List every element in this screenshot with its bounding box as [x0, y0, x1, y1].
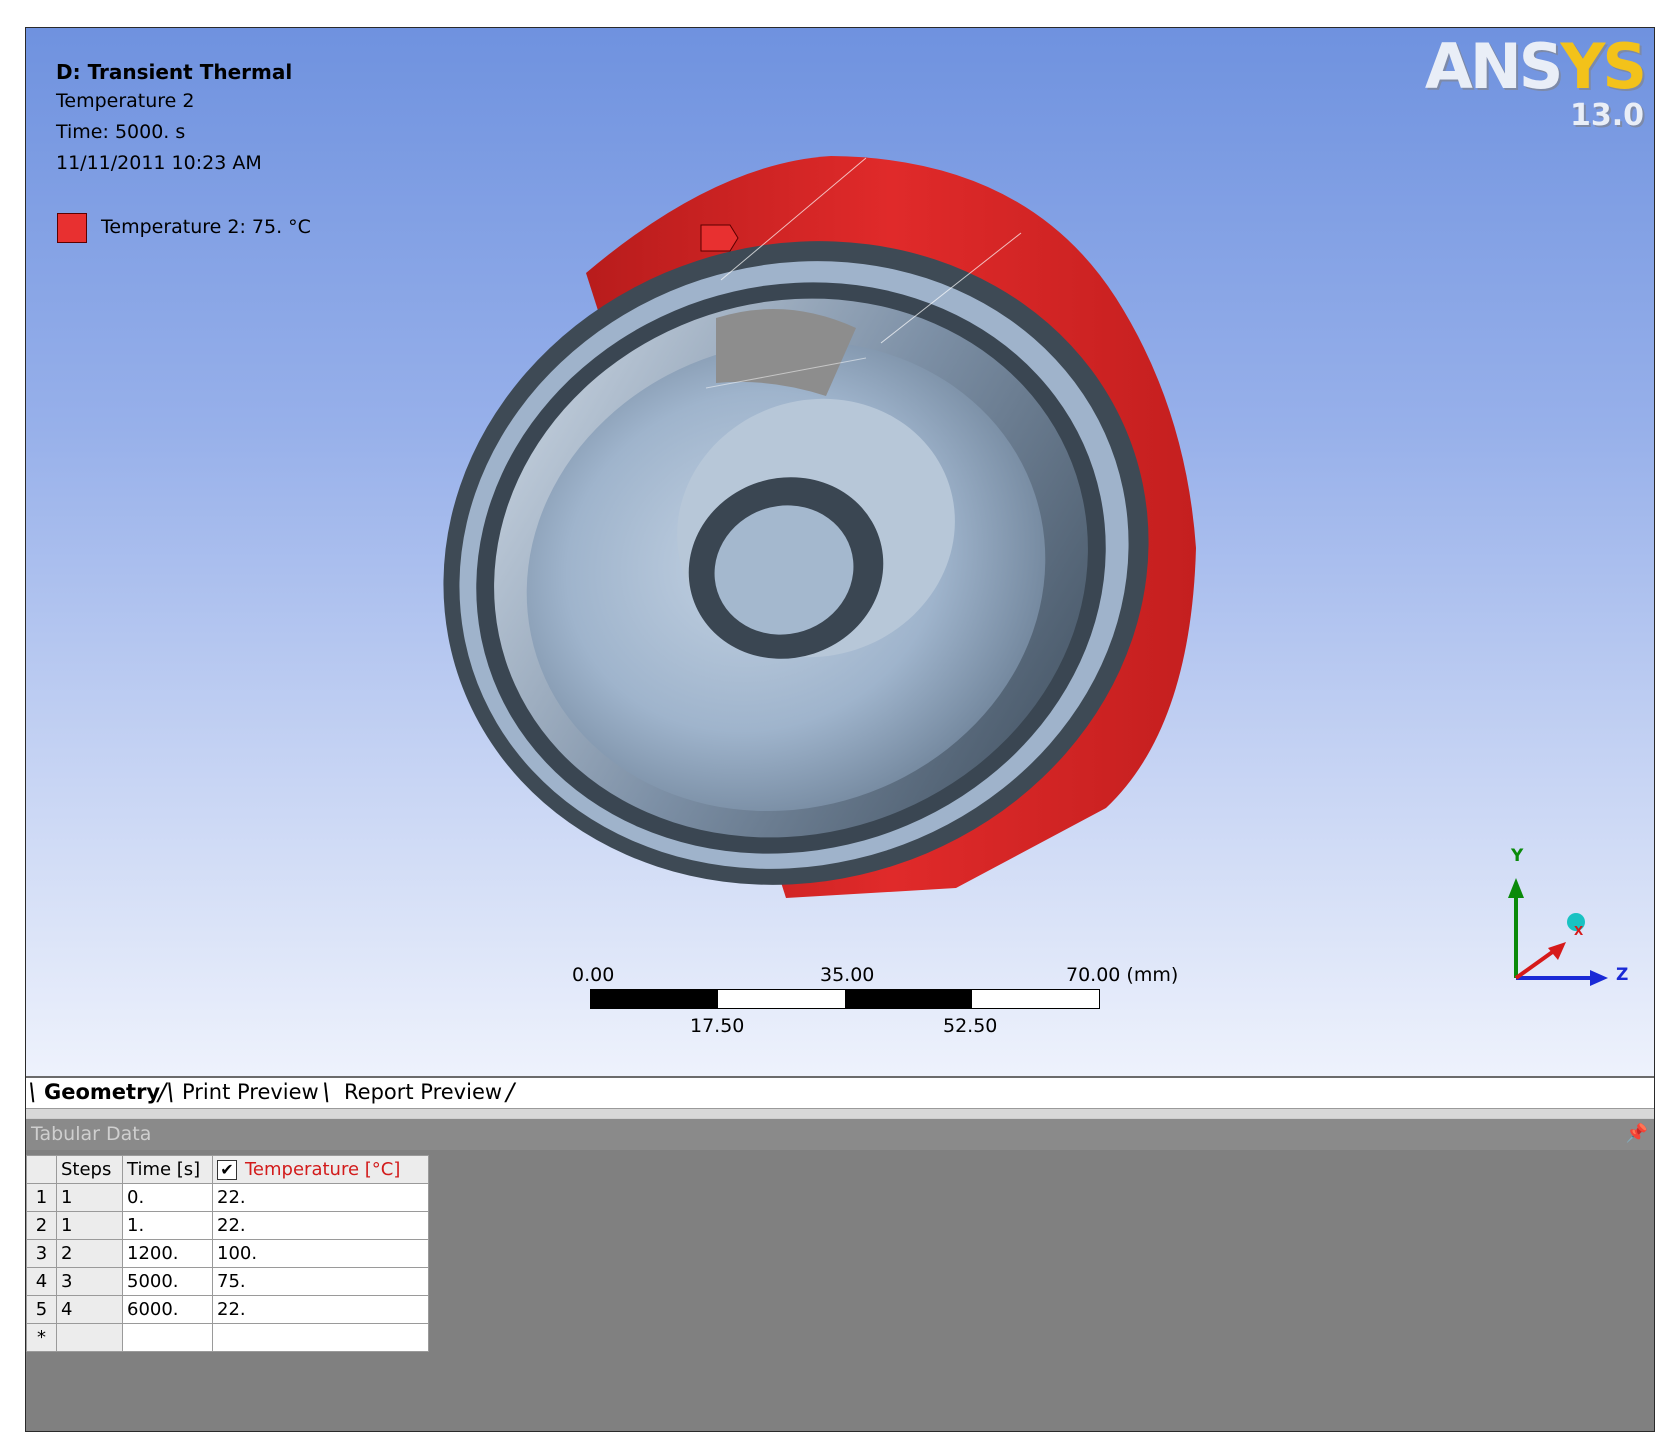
scale-label-70: 70.00 (mm) [1066, 964, 1179, 986]
view-tab-bar: \ Geometry /\ Print Preview \ Report Pre… [26, 1076, 1654, 1108]
cell-time[interactable]: 5000. [122, 1267, 213, 1296]
column-header-time[interactable]: Time [s] [122, 1155, 213, 1184]
tab-report-preview[interactable]: Report Preview [344, 1080, 502, 1104]
scale-bar [590, 989, 1100, 1009]
axis-label-y: Y [1511, 846, 1524, 866]
cell-temperature[interactable]: 75. [212, 1267, 429, 1296]
table-header-row: Steps Time [s] ✔ Temperature [°C] [26, 1155, 429, 1184]
cell-steps: 3 [56, 1267, 123, 1296]
cell-steps [56, 1323, 123, 1352]
cell-steps: 2 [56, 1239, 123, 1268]
cell-time[interactable]: 1. [122, 1211, 213, 1240]
scale-seg-1 [591, 990, 718, 1008]
tab-geometry[interactable]: Geometry [44, 1080, 160, 1104]
pin-icon[interactable]: 📌 [1626, 1123, 1648, 1144]
tabular-data-table: Steps Time [s] ✔ Temperature [°C] 1 1 0. … [26, 1155, 429, 1352]
table-new-row[interactable]: * [26, 1323, 429, 1352]
table-row[interactable]: 2 1 1. 22. [26, 1211, 429, 1240]
table-row[interactable]: 4 3 5000. 75. [26, 1267, 429, 1296]
cell-time[interactable]: 6000. [122, 1295, 213, 1324]
cell-temperature[interactable]: 22. [212, 1183, 429, 1212]
temperature-checkbox[interactable]: ✔ [217, 1160, 237, 1180]
scale-seg-2 [718, 990, 845, 1008]
cell-steps: 1 [56, 1211, 123, 1240]
scale-seg-4 [972, 990, 1099, 1008]
scale-label-0: 0.00 [572, 964, 615, 986]
column-header-temperature[interactable]: ✔ Temperature [°C] [212, 1155, 429, 1184]
tab-bar-divider [26, 1108, 1654, 1118]
cell-temperature[interactable] [212, 1323, 429, 1352]
scale-seg-3 [845, 990, 972, 1008]
column-header-steps[interactable]: Steps [56, 1155, 123, 1184]
temperature-marker [700, 224, 739, 252]
tabular-data-header: Tabular Data 📌 [26, 1118, 1654, 1150]
table-row[interactable]: 5 4 6000. 22. [26, 1295, 429, 1324]
axis-label-z: Z [1616, 965, 1629, 985]
scale-label-17: 17.50 [690, 1015, 745, 1037]
table-row[interactable]: 3 2 1200. 100. [26, 1239, 429, 1268]
coordinate-triad-icon [1508, 878, 1608, 986]
cell-steps: 1 [56, 1183, 123, 1212]
cell-temperature[interactable]: 22. [212, 1211, 429, 1240]
graphics-viewport[interactable]: D: Transient Thermal Temperature 2 Time:… [26, 28, 1654, 1076]
mechanical-window: D: Transient Thermal Temperature 2 Time:… [25, 27, 1655, 1432]
temperature-column-label: Temperature [°C] [245, 1159, 401, 1180]
table-row[interactable]: 1 1 0. 22. [26, 1183, 429, 1212]
table-corner-cell[interactable] [26, 1155, 57, 1184]
cell-temperature[interactable]: 22. [212, 1295, 429, 1324]
cell-steps: 4 [56, 1295, 123, 1324]
row-index[interactable]: 2 [26, 1211, 57, 1240]
axis-label-x: X [1574, 924, 1584, 938]
cell-time[interactable] [122, 1323, 213, 1352]
row-index[interactable]: 3 [26, 1239, 57, 1268]
cell-temperature[interactable]: 100. [212, 1239, 429, 1268]
tabular-data-pane: Steps Time [s] ✔ Temperature [°C] 1 1 0. … [26, 1150, 1654, 1431]
table-body: 1 1 0. 22. 2 1 1. 22. 3 2 1200. 100. 4 3… [26, 1183, 429, 1352]
tabular-data-title: Tabular Data [31, 1123, 152, 1145]
new-row-marker[interactable]: * [26, 1323, 57, 1352]
cell-time[interactable]: 0. [122, 1183, 213, 1212]
wheel-model[interactable] [26, 28, 1654, 1076]
tab-print-preview[interactable]: Print Preview [182, 1080, 319, 1104]
scale-label-35: 35.00 [820, 964, 875, 986]
row-index[interactable]: 1 [26, 1183, 57, 1212]
row-index[interactable]: 5 [26, 1295, 57, 1324]
scale-label-52: 52.50 [943, 1015, 998, 1037]
cell-time[interactable]: 1200. [122, 1239, 213, 1268]
row-index[interactable]: 4 [26, 1267, 57, 1296]
